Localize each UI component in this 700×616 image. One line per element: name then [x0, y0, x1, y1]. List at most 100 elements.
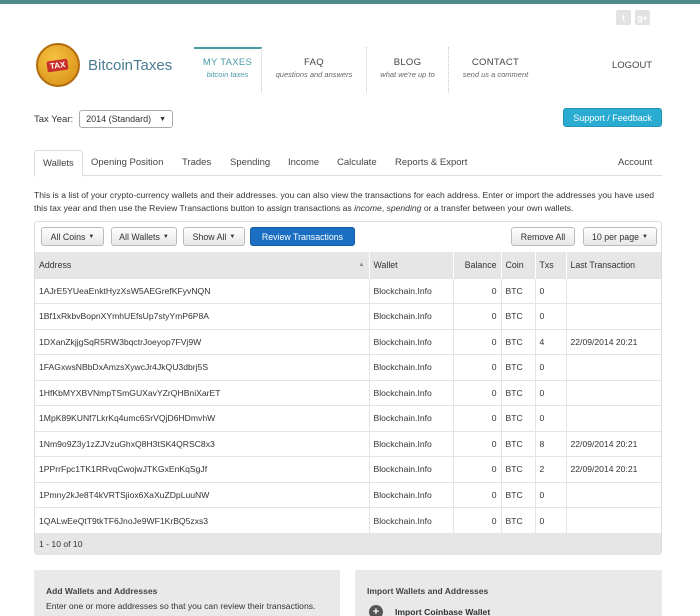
table-row[interactable]: 1Bf1xRkbvBopnXYmhUEfsUp7styYmP6P8A Blockc…	[35, 303, 661, 329]
cell-wallet: Blockchain.Info	[369, 328, 454, 355]
cell-txs: 4	[535, 328, 567, 355]
chevron-down-icon: ▼	[159, 115, 167, 123]
cell-last-transaction	[566, 507, 661, 533]
tab-spending[interactable]: Spending	[230, 150, 270, 176]
cell-last-transaction	[566, 379, 661, 406]
cell-coin: BTC	[501, 507, 536, 533]
cell-coin: BTC	[501, 405, 536, 431]
cell-address: 1QALwEeQtT9tkTF6JnoJe9WF1KrBQ5zxs3	[35, 507, 370, 533]
remove-all-button[interactable]: Remove All	[511, 227, 575, 246]
column-header-address[interactable]: Address ▲	[35, 252, 370, 278]
cell-coin: BTC	[501, 379, 536, 406]
all-wallets-button[interactable]: All Wallets ▼	[111, 227, 177, 246]
table-row[interactable]: 1DXanZkjjgSqR5RW3bqctrJoeyop7FVj9W Blockc…	[35, 328, 661, 355]
table-row[interactable]: 1FAGxwsNBbDxAmzsXywcJr4JkQU3dbrj5S Blockc…	[35, 354, 661, 380]
column-header-balance[interactable]: Balance	[453, 252, 502, 278]
table-row[interactable]: 1AJrE5YUeaEnktHyzXsW5AEGrefKFyvNQN Blockc…	[35, 277, 661, 304]
column-header-wallet[interactable]: Wallet	[369, 252, 454, 278]
table-row[interactable]: 1HfKbMYXBVNmpTSmGUXavYZrQHBniXarET Blockc…	[35, 379, 661, 406]
cell-coin: BTC	[501, 354, 536, 380]
tax-year-label: Tax Year:	[34, 113, 74, 125]
show-all-button[interactable]: Show All ▼	[183, 227, 245, 246]
tab-wallets[interactable]: Wallets	[34, 150, 83, 177]
brand-name: BitcoinTaxes	[88, 56, 173, 74]
tab-trades[interactable]: Trades	[182, 150, 211, 176]
cell-coin: BTC	[501, 456, 536, 482]
table-row[interactable]: 1QALwEeQtT9tkTF6JnoJe9WF1KrBQ5zxs3 Blockc…	[35, 507, 661, 533]
column-header-coin[interactable]: Coin	[501, 252, 536, 278]
table-row[interactable]: 1Pmny2kJe8T4kVRTSjiox6XaXuZDpLuuNW Blockc…	[35, 481, 661, 508]
caret-down-icon: ▼	[229, 233, 236, 240]
cell-address: 1MpK89KUNf7LkrKq4umc6SrVQjD6HDmvhW	[35, 405, 370, 431]
cell-address: 1Nm9o9Z3y1zZJVzuGhxQ8H3tSK4QRSC8x3	[35, 430, 370, 457]
column-header-last-transaction[interactable]: Last Transaction	[566, 252, 661, 278]
pagination-summary: 1 - 10 of 10	[35, 533, 661, 555]
bitcoin-coin-icon: TAX	[36, 43, 80, 87]
cell-coin: BTC	[501, 303, 536, 329]
table-header-row: Address ▲ Wallet Balance Coin Txs Last Tr…	[35, 252, 661, 278]
caret-down-icon: ▼	[88, 233, 95, 240]
sort-ascending-icon[interactable]: ▲	[359, 262, 365, 268]
cell-wallet: Blockchain.Info	[369, 481, 454, 508]
add-wallets-text: Enter one or more addresses so that you …	[46, 601, 316, 611]
import-coinbase-item[interactable]: + Import Coinbase Wallet	[369, 605, 662, 616]
cell-last-transaction	[566, 303, 661, 329]
tax-year-selector: Tax Year: 2014 (Standard) ▼	[34, 110, 174, 128]
cell-last-transaction: 22/09/2014 20:21	[566, 328, 661, 355]
wallets-panel: All Coins ▼ All Wallets ▼ Show All ▼ Review…	[34, 221, 662, 555]
wallets-table: Address ▲ Wallet Balance Coin Txs Last Tr…	[35, 252, 661, 533]
cell-address: 1Pmny2kJe8T4kVRTSjiox6XaXuZDpLuuNW	[35, 481, 370, 508]
nav-my-taxes[interactable]: MY TAXES bitcoin taxes	[194, 47, 262, 93]
tab-account[interactable]: Account	[618, 150, 652, 176]
tab-calculate[interactable]: Calculate	[337, 150, 377, 176]
cell-balance: 0	[453, 430, 502, 457]
review-transactions-button[interactable]: Review Transactions	[250, 227, 355, 246]
cell-txs: 0	[535, 405, 567, 431]
cell-wallet: Blockchain.Info	[369, 277, 454, 304]
cell-txs: 0	[535, 354, 567, 380]
cell-address: 1HfKbMYXBVNmpTSmGUXavYZrQHBniXarET	[35, 379, 370, 406]
site-logo[interactable]: TAX BitcoinTaxes	[36, 43, 172, 87]
cell-last-transaction	[566, 405, 661, 431]
social-links: t g+	[616, 10, 650, 25]
tax-year-select[interactable]: 2014 (Standard) ▼	[79, 110, 174, 128]
tab-income[interactable]: Income	[288, 150, 319, 176]
cell-balance: 0	[453, 379, 502, 406]
cell-txs: 0	[535, 303, 567, 329]
cell-address: 1DXanZkjjgSqR5RW3bqctrJoeyop7FVj9W	[35, 328, 370, 355]
per-page-button[interactable]: 10 per page ▼	[583, 227, 657, 246]
add-wallets-box: Add Wallets and Addresses Enter one or m…	[34, 570, 340, 616]
tab-reports-export[interactable]: Reports & Export	[395, 150, 467, 176]
cell-wallet: Blockchain.Info	[369, 379, 454, 406]
table-row[interactable]: 1Nm9o9Z3y1zZJVzuGhxQ8H3tSK4QRSC8x3 Blockc…	[35, 430, 661, 457]
nav-faq[interactable]: FAQ questions and answers	[262, 47, 367, 93]
tab-opening-position[interactable]: Opening Position	[91, 150, 163, 176]
support-feedback-button[interactable]: Support / Feedback	[563, 108, 662, 127]
cell-wallet: Blockchain.Info	[369, 507, 454, 533]
column-header-txs[interactable]: Txs	[535, 252, 567, 278]
cell-balance: 0	[453, 456, 502, 482]
cell-txs: 0	[535, 481, 567, 508]
nav-contact[interactable]: CONTACT send us a comment	[449, 47, 542, 93]
nav-blog[interactable]: BLOG what we're up to	[367, 47, 449, 93]
all-coins-button[interactable]: All Coins ▼	[41, 227, 104, 246]
cell-wallet: Blockchain.Info	[369, 456, 454, 482]
main-nav: MY TAXES bitcoin taxes FAQ questions and a…	[194, 47, 542, 93]
cell-balance: 0	[453, 481, 502, 508]
table-row[interactable]: 1PPrrFpc1TK1RRvqCwojwJTKGxEnKqSgJf Blockc…	[35, 456, 661, 482]
cell-balance: 0	[453, 303, 502, 329]
twitter-icon[interactable]: t	[616, 10, 631, 25]
cell-last-transaction: 22/09/2014 20:21	[566, 430, 661, 457]
wallets-toolbar: All Coins ▼ All Wallets ▼ Show All ▼ Review…	[35, 222, 661, 252]
import-wallets-title: Import Wallets and Addresses	[367, 586, 489, 596]
cell-txs: 8	[535, 430, 567, 457]
cell-coin: BTC	[501, 481, 536, 508]
cell-address: 1Bf1xRkbvBopnXYmhUEfsUp7styYmP6P8A	[35, 303, 370, 329]
cell-coin: BTC	[501, 277, 536, 304]
cell-balance: 0	[453, 405, 502, 431]
cell-wallet: Blockchain.Info	[369, 303, 454, 329]
logout-link[interactable]: LOGOUT	[612, 60, 652, 71]
table-row[interactable]: 1MpK89KUNf7LkrKq4umc6SrVQjD6HDmvhW Blockc…	[35, 405, 661, 431]
google-plus-icon[interactable]: g+	[635, 10, 650, 25]
caret-down-icon: ▼	[642, 233, 648, 240]
